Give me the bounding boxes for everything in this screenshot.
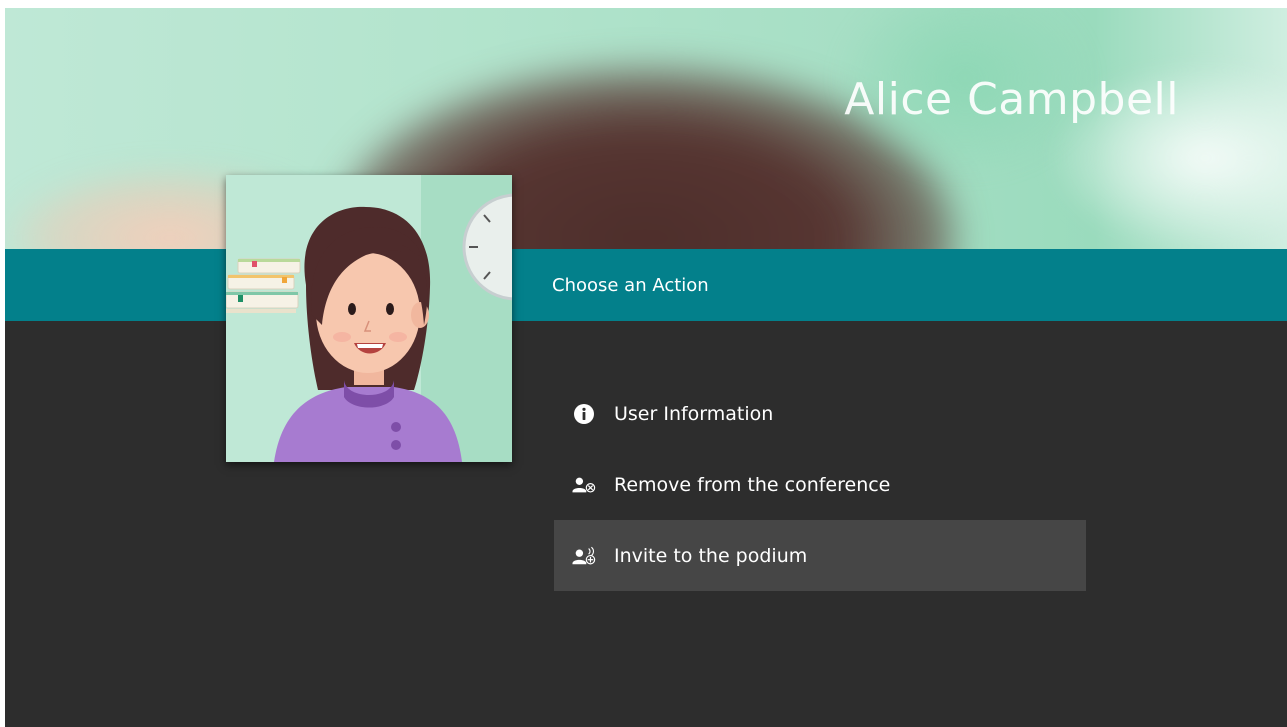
action-user-information[interactable]: User Information [554, 378, 1086, 449]
action-list: User Information Remove from the confere… [554, 378, 1086, 591]
action-bar-title: Choose an Action [552, 275, 709, 296]
action-label: User Information [614, 402, 774, 425]
action-remove-from-conference[interactable]: Remove from the conference [554, 449, 1086, 520]
invite-podium-icon [572, 544, 596, 568]
action-label: Invite to the podium [614, 544, 808, 567]
action-invite-to-podium[interactable]: Invite to the podium [554, 520, 1086, 591]
profile-banner: Alice Campbell [5, 8, 1287, 249]
info-icon [572, 402, 596, 426]
remove-user-icon [572, 473, 596, 497]
user-name-title: Alice Campbell [844, 74, 1179, 125]
avatar-illustration [226, 175, 512, 462]
action-label: Remove from the conference [614, 473, 891, 496]
user-actions-screen: Alice Campbell Choose an Action User Inf… [5, 8, 1287, 727]
action-bar: Choose an Action [5, 249, 1287, 321]
user-avatar [226, 175, 512, 462]
